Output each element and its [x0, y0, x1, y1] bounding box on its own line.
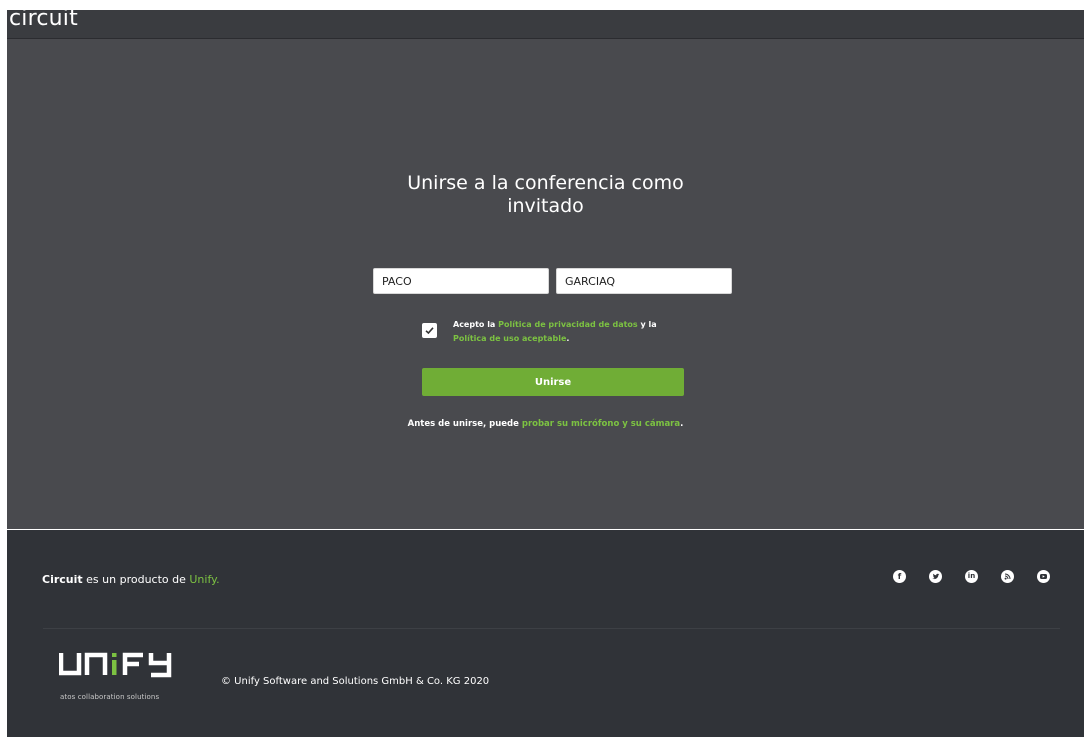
page-title: Unirse a la conferencia como invitado	[7, 172, 1084, 218]
app-frame: circuit Unirse a la conferencia como inv…	[7, 10, 1084, 737]
pretest-text: Antes de unirse, puede probar su micrófo…	[7, 419, 1084, 429]
acceptable-use-link[interactable]: Política de uso aceptable	[453, 334, 566, 343]
terms-prefix: Acepto la	[453, 320, 499, 329]
product-text: es un producto de	[82, 573, 190, 586]
privacy-policy-link[interactable]: Política de privacidad de datos	[498, 320, 638, 329]
product-line: Circuit es un producto de Unify.	[42, 573, 220, 586]
circuit-brand: Circuit	[42, 573, 83, 586]
top-bar: circuit	[7, 10, 1084, 39]
join-button[interactable]: Unirse	[422, 368, 684, 396]
unify-logo[interactable]	[59, 651, 179, 683]
join-panel: Unirse a la conferencia como invitado Ac…	[7, 39, 1084, 529]
youtube-icon[interactable]	[1037, 570, 1050, 583]
pretest-prefix: Antes de unirse, puede	[407, 419, 522, 429]
unify-tagline: atos collaboration solutions	[60, 693, 160, 701]
first-name-input[interactable]	[373, 268, 549, 294]
checkmark-icon	[425, 327, 434, 335]
page-title-line1: Unirse a la conferencia como	[407, 172, 684, 194]
pretest-suffix: .	[680, 419, 684, 429]
accept-terms-checkbox[interactable]	[422, 323, 437, 338]
footer-divider	[43, 628, 1060, 629]
blog-icon[interactable]	[1001, 570, 1014, 583]
copyright-text: © Unify Software and Solutions GmbH & Co…	[221, 676, 490, 687]
twitter-icon[interactable]	[929, 570, 942, 583]
terms-middle: y la	[637, 320, 657, 329]
page-title-line2: invitado	[507, 195, 584, 217]
footer: Circuit es un producto de Unify. f in at…	[7, 530, 1084, 737]
facebook-icon[interactable]: f	[893, 570, 906, 583]
linkedin-icon[interactable]: in	[965, 570, 978, 583]
terms-text: Acepto la Política de privacidad de dato…	[453, 318, 713, 346]
test-mic-camera-link[interactable]: probar su micrófono y su cámara	[522, 419, 680, 429]
circuit-logo[interactable]: circuit	[9, 10, 78, 31]
last-name-input[interactable]	[556, 268, 732, 294]
terms-suffix: .	[566, 334, 570, 343]
unify-link[interactable]: Unify.	[189, 573, 219, 586]
